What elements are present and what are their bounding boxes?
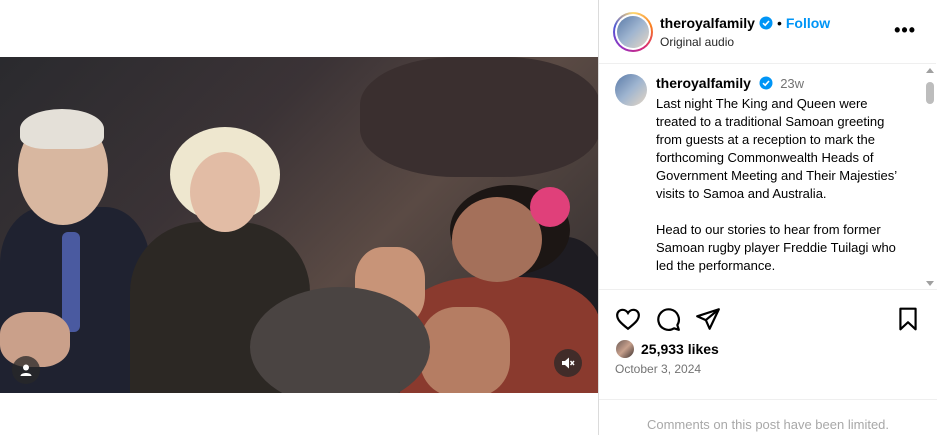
- video-man-tie: [62, 232, 80, 332]
- scroll-down-arrow[interactable]: [926, 281, 934, 286]
- scroll-thumb[interactable]: [926, 82, 934, 104]
- comments-limited-notice: Comments on this post have been limited.: [646, 417, 890, 432]
- likes-count[interactable]: 25,933 likes: [641, 341, 719, 357]
- video-flower: [530, 187, 570, 227]
- liker-avatar: [615, 339, 635, 359]
- save-icon[interactable]: [895, 306, 921, 332]
- caption-text: Head to our stories to hear from former …: [656, 222, 896, 273]
- likes-row[interactable]: 25,933 likes: [615, 339, 719, 359]
- video-man-hair: [20, 109, 104, 149]
- video-woman-face: [452, 197, 542, 282]
- video-queen-face: [190, 152, 260, 232]
- caption-avatar[interactable]: [615, 74, 647, 106]
- caption-time[interactable]: 23w: [780, 76, 804, 91]
- post-sidebar: theroyalfamily • Follow Original audio •…: [598, 0, 937, 435]
- mute-button[interactable]: [554, 349, 582, 377]
- follow-button[interactable]: Follow: [786, 15, 830, 31]
- caption-scrollbar[interactable]: [925, 68, 935, 289]
- more-icon: •••: [894, 20, 916, 40]
- share-icon[interactable]: [695, 306, 721, 332]
- post-header: theroyalfamily • Follow Original audio •…: [599, 0, 936, 64]
- caption-comment: theroyalfamily 23w Last night The King a…: [599, 64, 937, 275]
- video-hands: [420, 307, 510, 393]
- caption-username[interactable]: theroyalfamily: [656, 75, 751, 91]
- tagged-users-button[interactable]: [12, 356, 40, 384]
- caption-area: theroyalfamily 23w Last night The King a…: [599, 64, 937, 290]
- story-ring-avatar[interactable]: [613, 11, 653, 52]
- header-username[interactable]: theroyalfamily: [660, 15, 755, 31]
- divider: [599, 399, 937, 400]
- comment-icon[interactable]: [655, 306, 681, 332]
- verified-icon: [759, 76, 773, 90]
- caption-text: Last night The King and Queen were treat…: [656, 96, 897, 201]
- verified-icon: [759, 16, 773, 29]
- post-video[interactable]: [0, 57, 598, 393]
- post-date[interactable]: October 3, 2024: [615, 362, 701, 376]
- original-audio-link[interactable]: Original audio: [660, 35, 830, 49]
- video-background-crowd: [360, 57, 598, 177]
- avatar: [617, 15, 649, 48]
- scroll-up-arrow[interactable]: [926, 68, 934, 73]
- more-options-button[interactable]: •••: [894, 20, 916, 40]
- user-icon: [20, 364, 32, 376]
- mute-icon: [562, 357, 575, 369]
- post-actions: [599, 300, 937, 336]
- heart-icon[interactable]: [615, 306, 641, 332]
- separator-dot: •: [776, 14, 782, 31]
- media-area: [0, 0, 598, 435]
